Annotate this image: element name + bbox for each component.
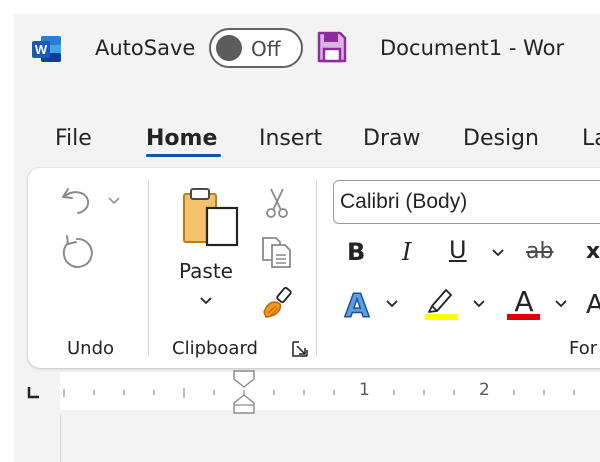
- tab-home[interactable]: Home: [146, 126, 217, 151]
- word-logo-icon: W: [32, 36, 61, 62]
- redo-icon[interactable]: [58, 234, 96, 272]
- tab-design[interactable]: Design: [463, 126, 539, 151]
- tab-file[interactable]: File: [55, 126, 92, 151]
- format-painter-icon[interactable]: [260, 286, 296, 320]
- text-effects-icon[interactable]: A: [340, 287, 376, 321]
- undo-group-label: Undo: [67, 338, 115, 359]
- undo-icon[interactable]: [60, 185, 94, 215]
- group-separator: [148, 180, 149, 356]
- highlighter-dropdown-icon[interactable]: [471, 298, 487, 310]
- clipboard-group-label: Clipboard: [172, 338, 258, 359]
- tab-draw[interactable]: Draw: [363, 126, 420, 151]
- font-group-label: For: [569, 338, 598, 359]
- ribbon-tabs: File Home Insert Draw Design La: [14, 120, 600, 160]
- document-title: Document1 - Wor: [380, 36, 565, 60]
- autosave-label: AutoSave: [95, 36, 196, 60]
- svg-text:A: A: [514, 286, 533, 318]
- text-effects-dropdown-icon[interactable]: [384, 298, 400, 310]
- group-separator-2: [316, 180, 317, 356]
- font-name-box[interactable]: Calibri (Body): [333, 180, 600, 224]
- toggle-knob: [216, 35, 242, 61]
- highlighter-icon[interactable]: [424, 286, 460, 322]
- font-color-icon[interactable]: A: [506, 286, 542, 322]
- underline-button[interactable]: U: [449, 236, 467, 264]
- font-color-dropdown-icon[interactable]: [553, 298, 569, 310]
- undo-dropdown-icon[interactable]: [106, 195, 122, 207]
- autosave-toggle[interactable]: Off: [209, 28, 303, 68]
- paste-icon[interactable]: [180, 186, 242, 248]
- paste-dropdown-icon[interactable]: [198, 295, 214, 307]
- tab-selector-icon[interactable]: [26, 385, 42, 401]
- cut-icon[interactable]: [262, 186, 292, 220]
- tab-insert[interactable]: Insert: [259, 126, 322, 151]
- dialog-launcher-icon[interactable]: [291, 340, 309, 358]
- paste-label[interactable]: Paste: [179, 259, 233, 283]
- font-name-value: Calibri (Body): [340, 190, 468, 213]
- document-margin-area: [14, 415, 61, 462]
- indent-marker-icon[interactable]: [232, 369, 256, 415]
- italic-button[interactable]: I: [402, 238, 411, 266]
- autosave-state: Off: [251, 37, 281, 61]
- ruler-mark-1: 1: [359, 380, 370, 400]
- active-tab-indicator: [146, 154, 221, 157]
- save-icon[interactable]: [316, 30, 348, 64]
- grow-font-button[interactable]: A: [586, 290, 600, 320]
- ruler-ticks: [63, 388, 575, 398]
- underline-dropdown-icon[interactable]: [490, 247, 506, 259]
- bold-button[interactable]: B: [347, 238, 365, 266]
- strikethrough-button[interactable]: ab: [526, 239, 553, 264]
- tab-layout[interactable]: La: [582, 126, 600, 151]
- svg-text:W: W: [35, 42, 48, 57]
- title-bar: [14, 14, 600, 108]
- copy-icon[interactable]: [260, 234, 294, 270]
- svg-text:A: A: [345, 287, 370, 321]
- ruler-mark-2: 2: [479, 380, 490, 400]
- subscript-button[interactable]: x: [586, 239, 600, 264]
